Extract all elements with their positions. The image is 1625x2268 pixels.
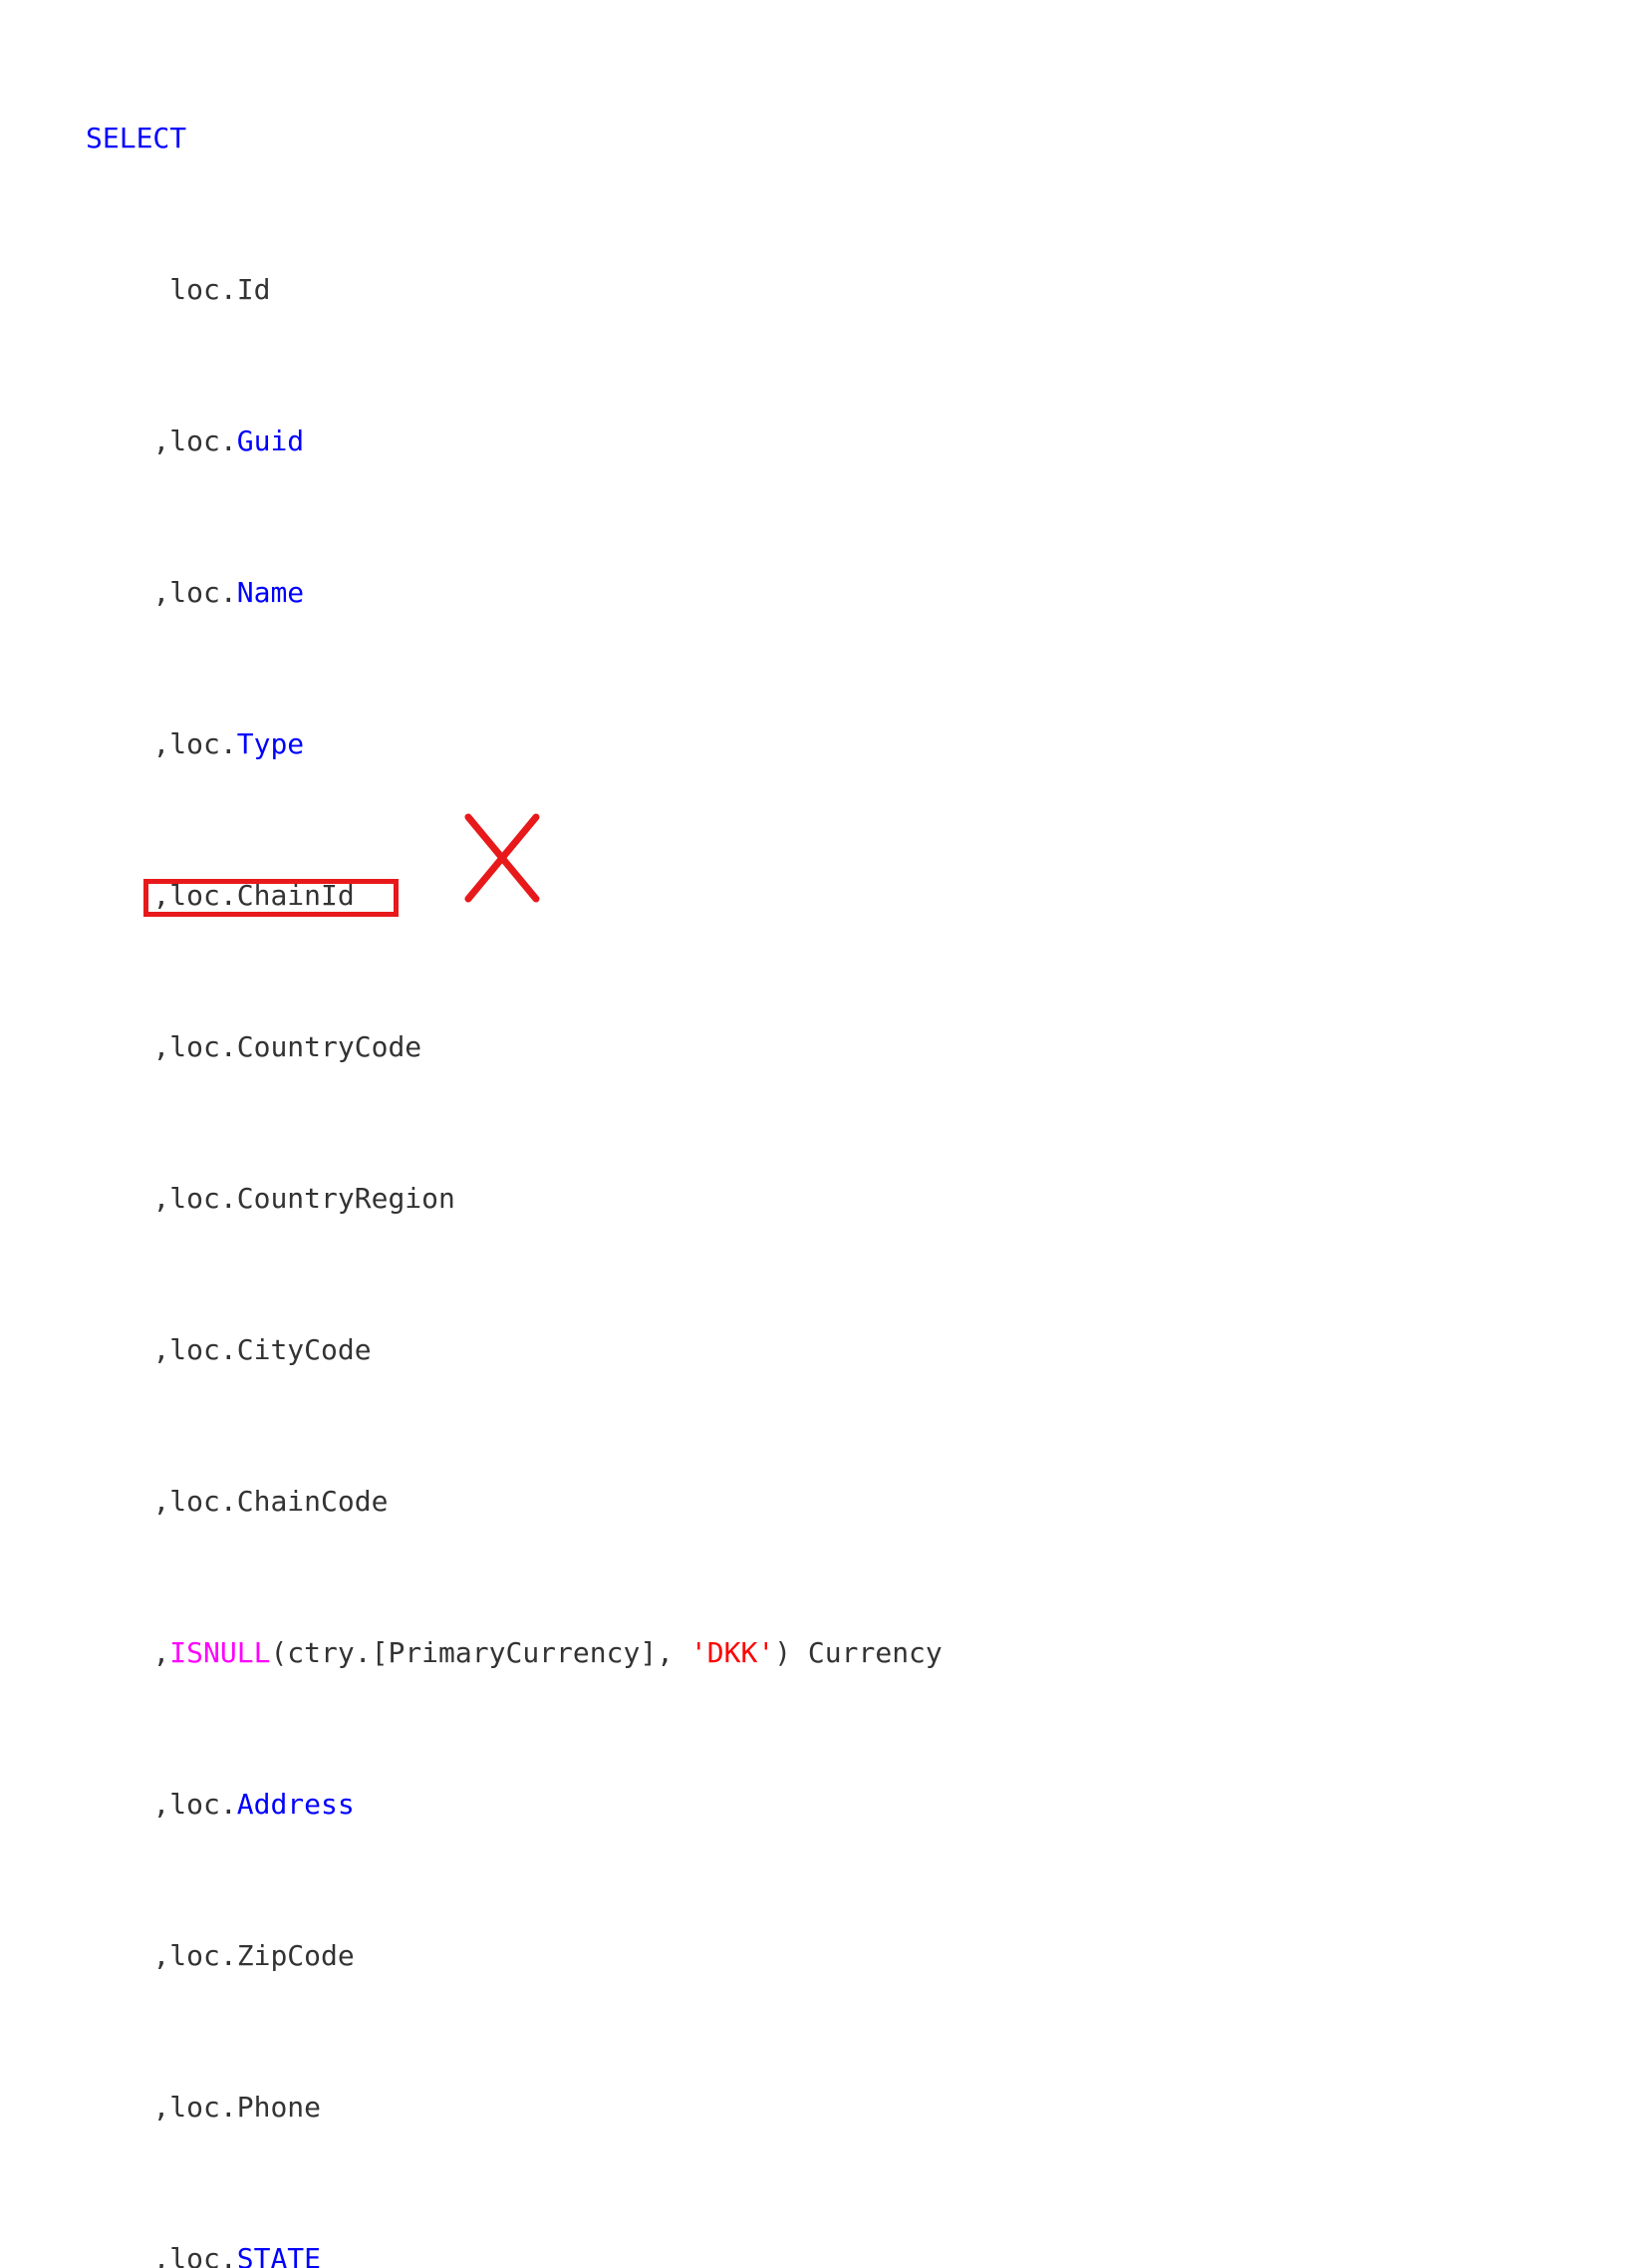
table-alias-loc: loc. xyxy=(169,727,237,760)
column-loc-phone: loc.Phone xyxy=(169,2091,322,2124)
code-line-13: ,loc.ZipCode xyxy=(86,1937,1127,1975)
code-line-14: ,loc.Phone xyxy=(86,2089,1127,2126)
function-isnull: ISNULL xyxy=(169,1636,271,1669)
table-alias-loc: loc. xyxy=(169,2242,237,2268)
column-loc-chaincode: loc.ChainCode xyxy=(169,1485,389,1518)
column-loc-countrycode: loc.CountryCode xyxy=(169,1030,422,1063)
comma: , xyxy=(152,2242,170,2268)
column-name: Name xyxy=(236,576,305,609)
code-line-11: ,ISNULL(ctry.[PrimaryCurrency], 'DKK') C… xyxy=(86,1634,1127,1672)
isnull-first-arg: (ctry.[PrimaryCurrency], xyxy=(270,1636,690,1669)
column-address: Address xyxy=(236,1788,355,1821)
table-alias-loc: loc. xyxy=(169,576,237,609)
comma: , xyxy=(152,1333,170,1366)
comma: , xyxy=(152,1182,170,1215)
comma: , xyxy=(152,727,170,760)
sql-code-block[interactable]: SELECT loc.Id ,loc.Guid ,loc.Name ,loc.T… xyxy=(86,6,1127,2268)
code-line-5: ,loc.Type xyxy=(86,725,1127,763)
comma: , xyxy=(152,1636,170,1669)
column-loc-citycode: loc.CityCode xyxy=(169,1333,372,1366)
string-literal-dkk: 'DKK' xyxy=(689,1636,775,1669)
table-alias-loc: loc. xyxy=(169,425,237,457)
column-type: Type xyxy=(236,727,305,760)
column-guid: Guid xyxy=(236,425,305,457)
code-line-7: ,loc.CountryCode xyxy=(86,1028,1127,1066)
code-line-15: ,loc.STATE xyxy=(86,2240,1127,2268)
comma: , xyxy=(152,1788,170,1821)
code-line-8: ,loc.CountryRegion xyxy=(86,1180,1127,1218)
comma: , xyxy=(152,425,170,457)
column-loc-id: loc.Id xyxy=(169,273,271,306)
comma: , xyxy=(152,576,170,609)
column-loc-countryregion: loc.CountryRegion xyxy=(169,1182,455,1215)
column-loc-chainid: loc.ChainId xyxy=(169,879,355,912)
column-loc-zipcode: loc.ZipCode xyxy=(169,1939,355,1972)
comma: , xyxy=(152,879,170,912)
isnull-alias-currency: ) Currency xyxy=(774,1636,943,1669)
sql-code-editor-surface: SELECT loc.Id ,loc.Guid ,loc.Name ,loc.T… xyxy=(0,0,1625,2268)
code-line-12: ,loc.Address xyxy=(86,1786,1127,1824)
comma: , xyxy=(152,2091,170,2124)
comma: , xyxy=(152,1485,170,1518)
comma: , xyxy=(152,1939,170,1972)
comma: , xyxy=(152,1030,170,1063)
code-line-6: ,loc.ChainId xyxy=(86,877,1127,915)
code-line-9: ,loc.CityCode xyxy=(86,1331,1127,1369)
code-line-1: SELECT xyxy=(86,120,1127,157)
code-line-4: ,loc.Name xyxy=(86,574,1127,612)
code-line-2: loc.Id xyxy=(86,271,1127,309)
keyword-select: SELECT xyxy=(86,122,187,154)
code-line-3: ,loc.Guid xyxy=(86,423,1127,460)
column-state: STATE xyxy=(236,2242,322,2268)
table-alias-loc: loc. xyxy=(169,1788,237,1821)
code-line-10: ,loc.ChainCode xyxy=(86,1483,1127,1521)
